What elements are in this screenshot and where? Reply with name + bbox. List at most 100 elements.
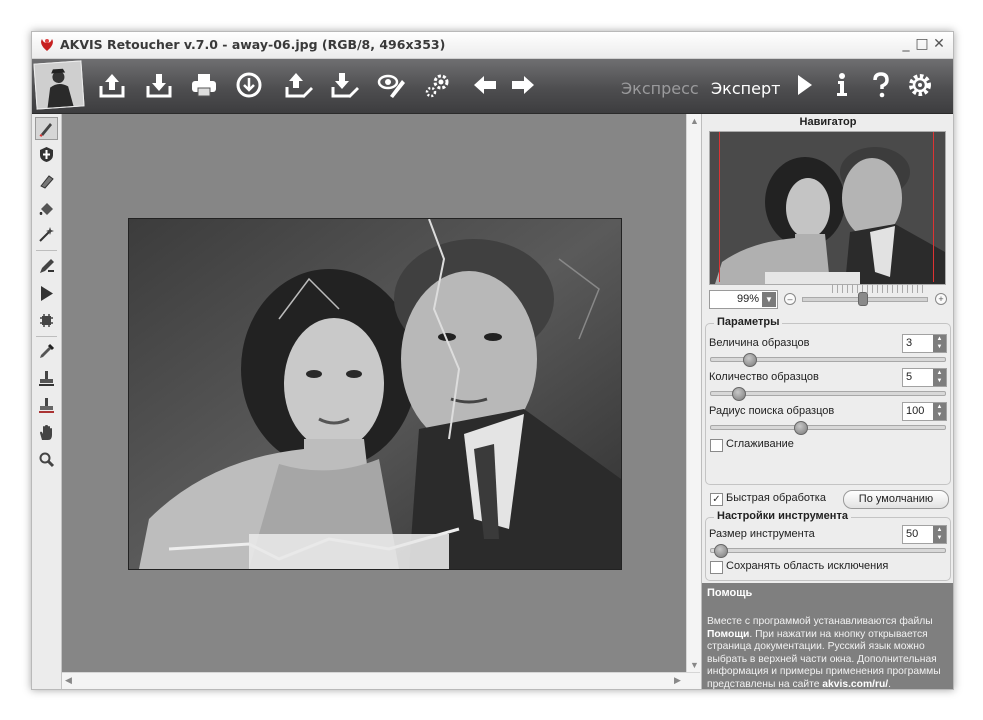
undo-button[interactable] [468, 68, 502, 102]
smoothing-checkbox[interactable] [710, 439, 723, 452]
help-text-part: . [888, 678, 891, 690]
tool-settings-title: Настройки инструмента [714, 510, 851, 522]
preferences-button[interactable] [421, 68, 455, 102]
akvis-logo-icon [41, 39, 53, 51]
magic-wand-icon [39, 227, 54, 242]
sample-count-value: 5 [906, 371, 913, 383]
navigator-view-frame[interactable] [719, 132, 934, 282]
plugins-button[interactable] [374, 68, 408, 102]
zoom-slider-thumb[interactable] [858, 292, 868, 306]
pencil-tool[interactable] [36, 256, 57, 277]
sample-count-spinbox[interactable]: 5 ▲ ▼ [902, 368, 947, 387]
print-button[interactable] [187, 68, 221, 102]
pattern-stamp-tool[interactable] [36, 395, 57, 416]
spin-arrows-icon[interactable]: ▲ ▼ [933, 369, 946, 386]
bucket-tool[interactable] [36, 198, 57, 219]
stamp-tool[interactable] [36, 368, 57, 389]
photo-image [128, 218, 622, 570]
chevron-down-icon[interactable]: ▼ [762, 292, 776, 307]
search-radius-label: Радиус поиска образцов [709, 405, 835, 417]
params-title: Параметры [714, 316, 783, 328]
keep-exclusion-label: Сохранять область исключения [726, 560, 889, 572]
open-icon [99, 74, 125, 98]
mode-express-tab[interactable]: Экспресс [621, 79, 699, 98]
maximize-button[interactable]: □ [915, 35, 929, 53]
title-bar: AKVIS Retoucher v.7.0 - away-06.jpg (RGB… [32, 32, 953, 59]
help-site-link[interactable]: akvis.com/ru/ [822, 679, 888, 689]
mode-expert-tab[interactable]: Эксперт [711, 79, 780, 98]
save-button[interactable] [142, 68, 176, 102]
tool-size-value: 50 [906, 528, 919, 540]
redo-button[interactable] [506, 68, 540, 102]
scroll-up-icon[interactable]: ▲ [690, 116, 699, 126]
spin-arrows-icon[interactable]: ▲ ▼ [933, 526, 946, 543]
exclusion-tool[interactable] [36, 144, 57, 165]
navigator-preview[interactable] [709, 131, 946, 285]
tool-size-spinbox[interactable]: 50 ▲ ▼ [902, 525, 947, 544]
pipette-tool[interactable] [36, 341, 57, 362]
redo-arrow-icon [512, 76, 534, 94]
sample-size-spinbox[interactable]: 3 ▲ ▼ [902, 334, 947, 353]
tool-size-slider[interactable] [710, 548, 946, 553]
zoom-in-icon[interactable]: + [935, 293, 947, 305]
sample-size-value: 3 [906, 337, 913, 349]
magic-wand-tool[interactable] [36, 224, 57, 245]
tools-divider [36, 250, 57, 251]
window-title: AKVIS Retoucher v.7.0 - away-06.jpg (RGB… [60, 37, 446, 52]
fast-processing-label: Быстрая обработка [726, 492, 826, 504]
settings-button[interactable] [903, 68, 937, 102]
spin-arrows-icon[interactable]: ▲ ▼ [933, 403, 946, 420]
spin-arrows-icon[interactable]: ▲ ▼ [933, 335, 946, 352]
preferences-gear-icon [425, 74, 449, 98]
photo-thumbnail [33, 60, 85, 110]
chip-tool[interactable] [36, 310, 57, 331]
save-icon [146, 74, 172, 98]
selection-brush-tool[interactable] [35, 117, 58, 140]
vertical-scrollbar[interactable]: ▲ ▼ [686, 114, 701, 672]
bucket-icon [39, 203, 53, 215]
share-icon [236, 72, 262, 98]
open-button[interactable] [95, 68, 129, 102]
minimize-button[interactable]: _ [899, 35, 913, 53]
zoom-tool[interactable] [36, 449, 57, 470]
tool-size-label: Размер инструмента [709, 528, 815, 540]
tools-panel [32, 114, 62, 689]
stamp-icon [39, 371, 54, 386]
run-button[interactable] [787, 68, 821, 102]
exclusion-shield-icon [40, 147, 53, 162]
plugins-icon [377, 74, 405, 98]
fast-processing-checkbox[interactable]: ✓ [710, 493, 723, 506]
import-pattern-button[interactable] [282, 68, 316, 102]
help-title: Помощь [707, 587, 753, 599]
run-triangle-icon [41, 286, 53, 301]
sample-size-label: Величина образцов [709, 337, 810, 349]
keep-exclusion-checkbox[interactable] [710, 561, 723, 574]
help-icon [873, 72, 889, 98]
defaults-button[interactable]: По умолчанию [843, 490, 949, 509]
info-button[interactable] [825, 68, 859, 102]
scroll-down-icon[interactable]: ▼ [690, 660, 699, 670]
scroll-left-icon[interactable]: ◀ [65, 675, 72, 686]
zoom-select[interactable]: 99% ▼ [709, 290, 778, 309]
pipette-icon [40, 343, 55, 358]
export-pattern-button[interactable] [328, 68, 362, 102]
zoom-icon [39, 452, 55, 468]
hand-icon [40, 425, 52, 440]
help-button[interactable] [864, 68, 898, 102]
help-panel: Помощь Вместе с программой устанавливают… [702, 583, 953, 690]
zoom-out-icon[interactable]: – [784, 293, 796, 305]
search-radius-slider[interactable] [710, 425, 946, 430]
eraser-tool[interactable] [36, 171, 57, 192]
run-tool[interactable] [36, 283, 57, 304]
hand-tool[interactable] [36, 422, 57, 443]
search-radius-value: 100 [906, 405, 925, 417]
close-button[interactable]: ✕ [932, 35, 946, 53]
image-canvas[interactable] [62, 114, 686, 672]
share-button[interactable] [232, 68, 266, 102]
zoom-value: 99% [736, 293, 759, 305]
scroll-right-icon[interactable]: ▶ [674, 675, 681, 686]
pattern-stamp-icon [39, 398, 54, 413]
selection-brush-icon [39, 123, 52, 137]
search-radius-spinbox[interactable]: 100 ▲ ▼ [902, 402, 947, 421]
horizontal-scrollbar[interactable]: ◀ ▶ [62, 672, 700, 687]
